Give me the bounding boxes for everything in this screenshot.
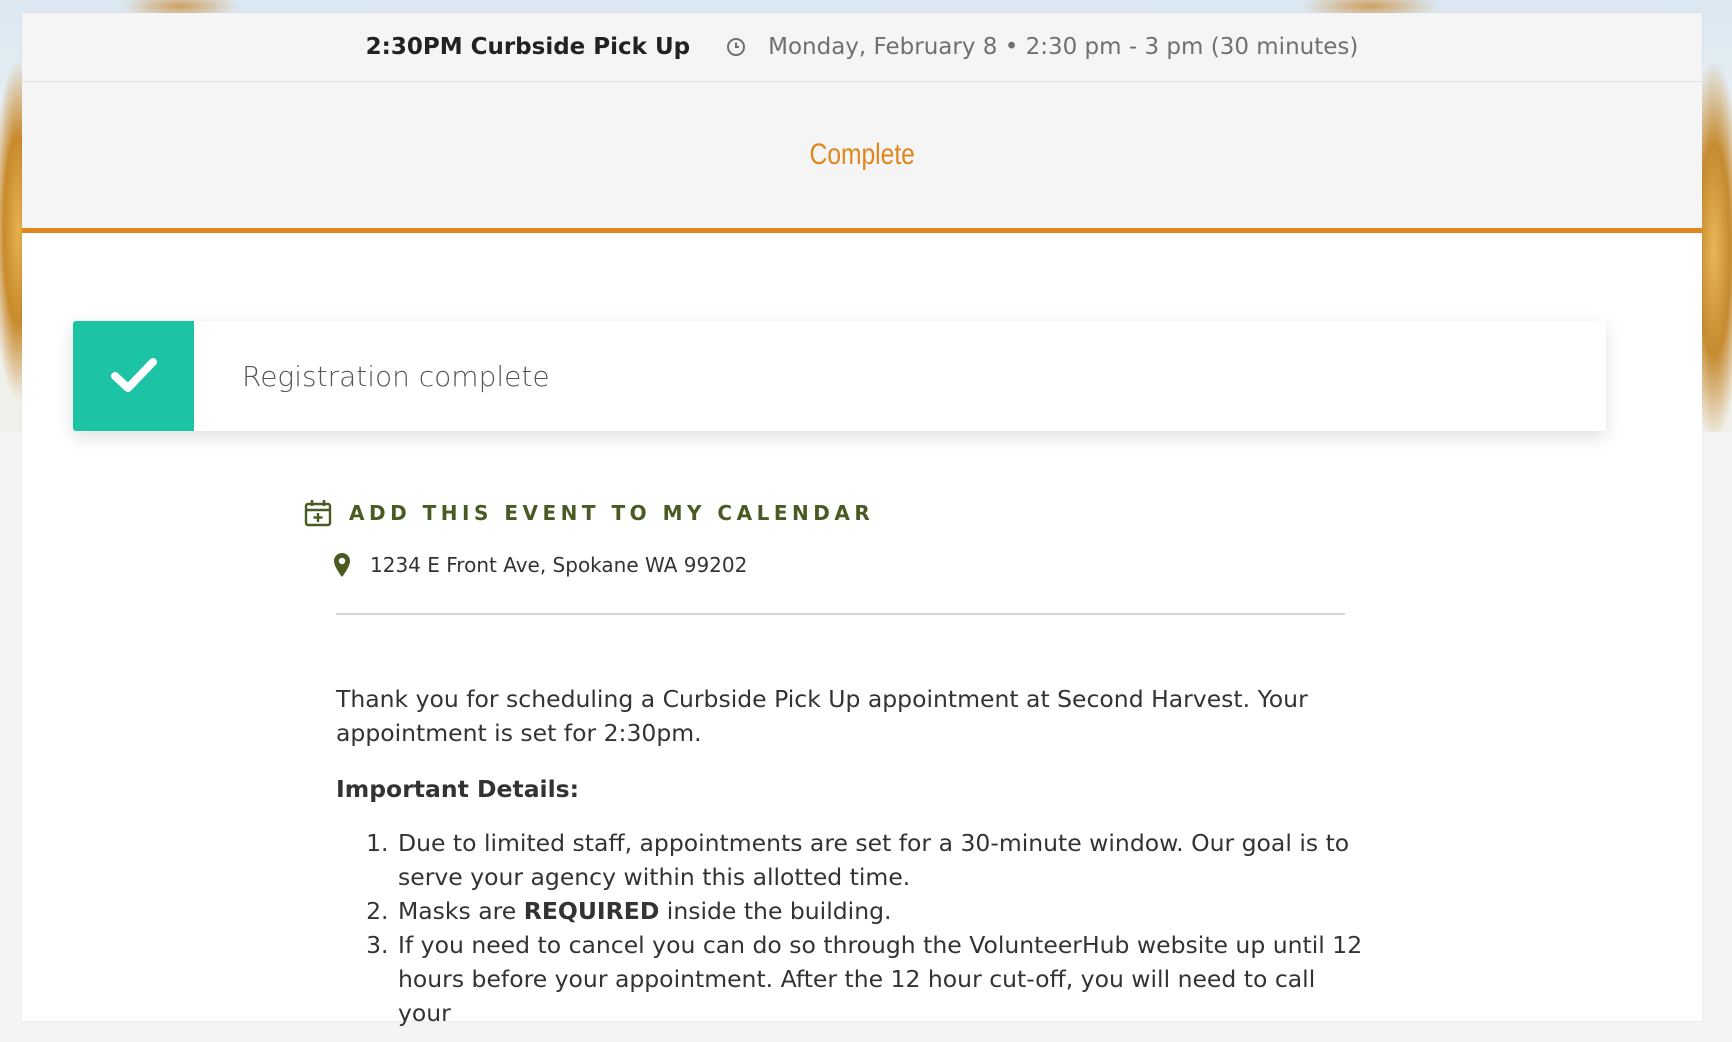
- checkmark-icon: [73, 321, 194, 431]
- list-item: If you need to cancel you can do so thro…: [396, 928, 1366, 1030]
- details-heading: Important Details:: [336, 775, 580, 803]
- add-to-calendar-label: ADD THIS EVENT TO MY CALENDAR: [349, 501, 875, 525]
- map-pin-icon: [333, 552, 351, 578]
- list-item-text: inside the building.: [659, 897, 892, 925]
- event-location: 1234 E Front Ave, Spokane WA 99202: [333, 552, 747, 578]
- calendar-plus-icon: [303, 498, 333, 528]
- event-title: 2:30PM Curbside Pick Up: [365, 34, 691, 60]
- add-to-calendar-link[interactable]: ADD THIS EVENT TO MY CALENDAR: [303, 498, 874, 528]
- intro-paragraph: Thank you for scheduling a Curbside Pick…: [336, 685, 1308, 747]
- success-alert: Registration complete: [73, 321, 1606, 431]
- details-list: Due to limited staff, appointments are s…: [336, 826, 1366, 1030]
- location-address: 1234 E Front Ave, Spokane WA 99202: [370, 553, 748, 577]
- list-item: Masks are REQUIRED inside the building.: [396, 894, 1366, 928]
- status-bar: Complete: [22, 82, 1702, 233]
- divider: [336, 613, 1345, 615]
- status-label: Complete: [809, 138, 915, 171]
- list-item-text: Due to limited staff, appointments are s…: [398, 829, 1350, 891]
- event-description: Thank you for scheduling a Curbside Pick…: [336, 682, 1366, 1030]
- list-item: Due to limited staff, appointments are s…: [396, 826, 1366, 894]
- event-header: 2:30PM Curbside Pick Up Monday, February…: [22, 13, 1702, 82]
- volunteerhub-link[interactable]: VolunteerHub: [969, 931, 1129, 959]
- alert-message: Registration complete: [242, 359, 550, 393]
- list-item-text: Masks are: [398, 897, 524, 925]
- event-time: Monday, February 8 • 2:30 pm - 3 pm (30 …: [768, 34, 1359, 60]
- list-item-text: If you need to cancel you can do so thro…: [398, 931, 970, 959]
- required-emphasis: REQUIRED: [523, 897, 660, 925]
- clock-icon: [726, 37, 746, 57]
